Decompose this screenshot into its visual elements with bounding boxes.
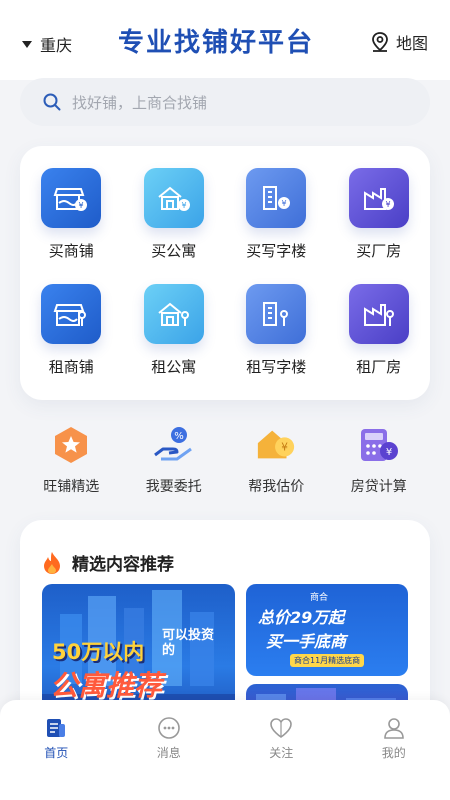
banner-left-line2: 可以投资的: [162, 628, 215, 658]
office-coin-icon: ¥: [246, 168, 307, 228]
user-icon: [383, 718, 404, 739]
recommend-title-text: 精选内容推荐: [72, 555, 174, 575]
heart-icon: [270, 718, 293, 738]
city-label: 重庆: [40, 36, 73, 55]
category-label: 租厂房: [356, 358, 402, 376]
banner-left-line1: 50万以内: [52, 640, 145, 664]
header: 重庆 专业找铺好平台 地图: [0, 0, 450, 80]
calculator-icon: ¥: [358, 424, 400, 466]
bottom-tab-bar: 首页 消息 关注 我的: [0, 700, 450, 800]
tool-label: 房贷计算: [350, 479, 407, 495]
category-buy-factory[interactable]: ¥ 买厂房: [328, 168, 431, 284]
category-card: ¥ 买商铺 ¥ 买公寓 ¥ 买写字楼 ¥ 买厂房 租商铺 租公寓 租写字楼 租厂…: [20, 146, 430, 400]
category-label: 买公寓: [151, 242, 197, 260]
banner-logo: 商合: [310, 593, 329, 603]
category-label: 租公寓: [151, 358, 197, 376]
recommend-title: 精选内容推荐: [42, 550, 174, 575]
category-label: 买厂房: [356, 242, 402, 260]
tool-featured-shops[interactable]: 旺铺精选: [20, 424, 123, 504]
factory-coin-icon: ¥: [348, 168, 409, 228]
svg-text:¥: ¥: [282, 199, 287, 208]
category-label: 租写字楼: [246, 358, 307, 376]
factory-key-icon: [348, 284, 409, 344]
tool-entrust[interactable]: % 我要委托: [123, 424, 226, 504]
map-label: 地图: [396, 34, 429, 53]
shop-key-icon: [41, 284, 102, 344]
tools-row: 旺铺精选 % 我要委托 ¥ 帮我估价 ¥ 房贷计算: [20, 424, 430, 504]
svg-text:¥: ¥: [79, 201, 84, 210]
office-key-icon: [246, 284, 307, 344]
map-button[interactable]: 地图: [370, 30, 428, 54]
banner-shop-promo[interactable]: 商合 总价29万起 买一手底商 商合11月精选底商: [246, 584, 408, 676]
tab-messages[interactable]: 消息: [113, 716, 226, 800]
brand-slogan: 专业找铺好平台: [118, 28, 315, 58]
category-buy-shop[interactable]: ¥ 买商铺: [20, 168, 123, 284]
category-buy-apartment[interactable]: ¥ 买公寓: [123, 168, 226, 284]
svg-text:¥: ¥: [386, 447, 392, 458]
tab-label: 关注: [269, 746, 294, 760]
category-rent-factory[interactable]: 租厂房: [328, 284, 431, 400]
message-icon: [157, 717, 180, 739]
svg-text:¥: ¥: [181, 201, 186, 210]
category-buy-office[interactable]: ¥ 买写字楼: [225, 168, 328, 284]
category-grid: ¥ 买商铺 ¥ 买公寓 ¥ 买写字楼 ¥ 买厂房 租商铺 租公寓 租写字楼 租厂…: [20, 146, 430, 400]
home-doc-icon: [47, 719, 66, 737]
search-icon: [43, 93, 61, 111]
tab-follow[interactable]: 关注: [225, 716, 338, 800]
caret-down-icon: [22, 40, 32, 48]
flame-icon: [44, 551, 60, 574]
tool-label: 旺铺精选: [43, 479, 100, 495]
house-yuan-icon: ¥: [255, 424, 297, 466]
category-label: 租商铺: [48, 358, 94, 376]
apartment-coin-icon: ¥: [143, 168, 204, 228]
map-pin-icon: [372, 32, 388, 52]
city-selector[interactable]: 重庆: [22, 32, 72, 56]
category-rent-apartment[interactable]: 租公寓: [123, 284, 226, 400]
category-label: 买商铺: [48, 242, 94, 260]
banner-right-line1: 总价29万起: [258, 608, 345, 627]
tool-mortgage-calc[interactable]: ¥ 房贷计算: [328, 424, 431, 504]
banner-right-sub: 商合11月精选底商: [290, 654, 365, 667]
star-badge-icon: [50, 424, 92, 466]
category-label: 买写字楼: [246, 242, 307, 260]
tab-label: 我的: [381, 746, 406, 760]
tool-label: 我要委托: [145, 479, 202, 495]
banner-right-line2: 买一手底商: [266, 632, 347, 651]
search-bar[interactable]: 找好铺，上商合找铺: [20, 78, 430, 126]
shop-coin-icon: ¥: [41, 168, 102, 228]
tab-label: 消息: [156, 746, 181, 760]
category-rent-shop[interactable]: 租商铺: [20, 284, 123, 400]
category-rent-office[interactable]: 租写字楼: [225, 284, 328, 400]
tool-valuation[interactable]: ¥ 帮我估价: [225, 424, 328, 504]
tab-profile[interactable]: 我的: [338, 716, 450, 800]
svg-text:¥: ¥: [281, 442, 288, 454]
svg-text:%: %: [174, 431, 184, 442]
banner-left-line3: 公寓推荐: [50, 669, 163, 702]
app-page: 重庆 专业找铺好平台 地图 找好铺，上商合找铺 ¥ 买商铺 ¥ 买公寓 ¥ 买写…: [0, 0, 450, 800]
svg-text:¥: ¥: [385, 200, 390, 209]
search-placeholder: 找好铺，上商合找铺: [72, 93, 208, 112]
tool-label: 帮我估价: [248, 479, 305, 495]
apartment-key-icon: [143, 284, 204, 344]
tab-label: 首页: [44, 746, 69, 760]
tab-home[interactable]: 首页: [0, 716, 113, 800]
hand-percent-icon: %: [153, 424, 195, 466]
